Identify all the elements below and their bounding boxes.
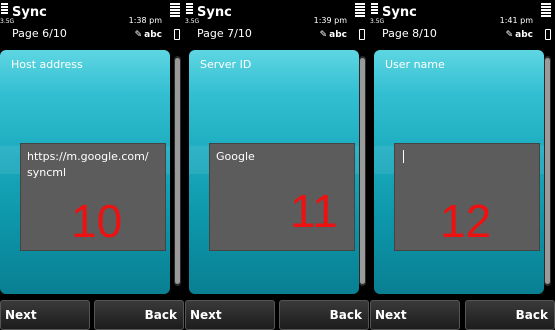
sync-screen-page-8: 3.5G Sync Page 8/10 1:41 pm ✎ abc User na… [370,0,555,330]
input-value: Google [216,150,255,163]
input-mode-label: abc [329,30,347,40]
pen-input-icon: ✎ [134,30,143,40]
back-button[interactable]: Back [279,300,369,330]
signal-strength-icon [371,3,378,17]
back-button[interactable]: Back [465,300,555,330]
scroll-thumb[interactable] [545,58,550,284]
input-value: https://m.google.com/ syncml [27,150,149,179]
app-title: Sync [382,5,417,20]
status-bar: 3.5G Sync Page 6/10 1:38 pm ✎ abc [0,0,184,50]
sync-screen-page-7: 3.5G Sync Page 7/10 1:39 pm ✎ abc Server … [185,0,369,330]
softkey-bar: Next Back [370,300,555,330]
next-button[interactable]: Next [185,300,275,330]
page-indicator: Page 6/10 [12,27,67,40]
status-bar: 3.5G Sync Page 8/10 1:41 pm ✎ abc [370,0,555,50]
input-mode-indicator: ✎ abc [135,30,162,40]
page-indicator: Page 7/10 [197,27,252,40]
input-mode-indicator: ✎ abc [506,30,533,40]
page-indicator: Page 8/10 [382,27,437,40]
battery-level-icon [355,3,365,21]
scrollbar[interactable] [174,56,181,286]
battery-level-icon [541,3,551,21]
battery-level-icon [170,3,180,21]
host-address-input[interactable]: https://m.google.com/ syncml 10 [20,143,166,251]
battery-icon [545,29,551,40]
form-panel: Server ID Google 11 [189,50,359,294]
pen-input-icon: ✎ [319,30,328,40]
softkey-bar: Next Back [0,300,184,330]
clock: 1:39 pm [313,16,347,25]
input-mode-label: abc [144,30,162,40]
next-button[interactable]: Next [0,300,90,330]
next-button[interactable]: Next [370,300,460,330]
battery-icon [174,29,180,40]
sync-screen-page-6: 3.5G Sync Page 6/10 1:38 pm ✎ abc Host ad… [0,0,184,330]
form-panel: User name 12 [374,50,544,294]
input-mode-label: abc [515,30,533,40]
user-name-input[interactable]: 12 [394,143,540,251]
step-number-overlay: 11 [290,185,338,237]
field-label: User name [385,58,445,71]
clock: 1:38 pm [128,16,162,25]
back-button[interactable]: Back [94,300,184,330]
form-panel: Host address https://m.google.com/ syncm… [0,50,170,294]
signal-strength-icon [1,3,8,17]
server-id-input[interactable]: Google 11 [209,143,355,251]
status-bar: 3.5G Sync Page 7/10 1:39 pm ✎ abc [185,0,369,50]
input-mode-indicator: ✎ abc [320,30,347,40]
signal-strength-icon [186,3,193,17]
field-label: Host address [11,58,83,71]
phone-screens: 3.5G Sync Page 6/10 1:38 pm ✎ abc Host ad… [0,0,555,330]
field-label: Server ID [200,58,252,71]
app-title: Sync [197,5,232,20]
clock: 1:41 pm [499,16,533,25]
softkey-bar: Next Back [185,300,369,330]
scrollbar[interactable] [544,56,551,286]
pen-input-icon: ✎ [505,30,514,40]
step-number-overlay: 10 [71,195,123,247]
scroll-thumb[interactable] [175,58,180,284]
text-cursor [403,150,404,163]
app-title: Sync [12,5,47,20]
step-number-overlay: 12 [440,195,492,247]
scroll-thumb[interactable] [360,58,365,284]
battery-icon [359,29,365,40]
scrollbar[interactable] [359,56,366,286]
